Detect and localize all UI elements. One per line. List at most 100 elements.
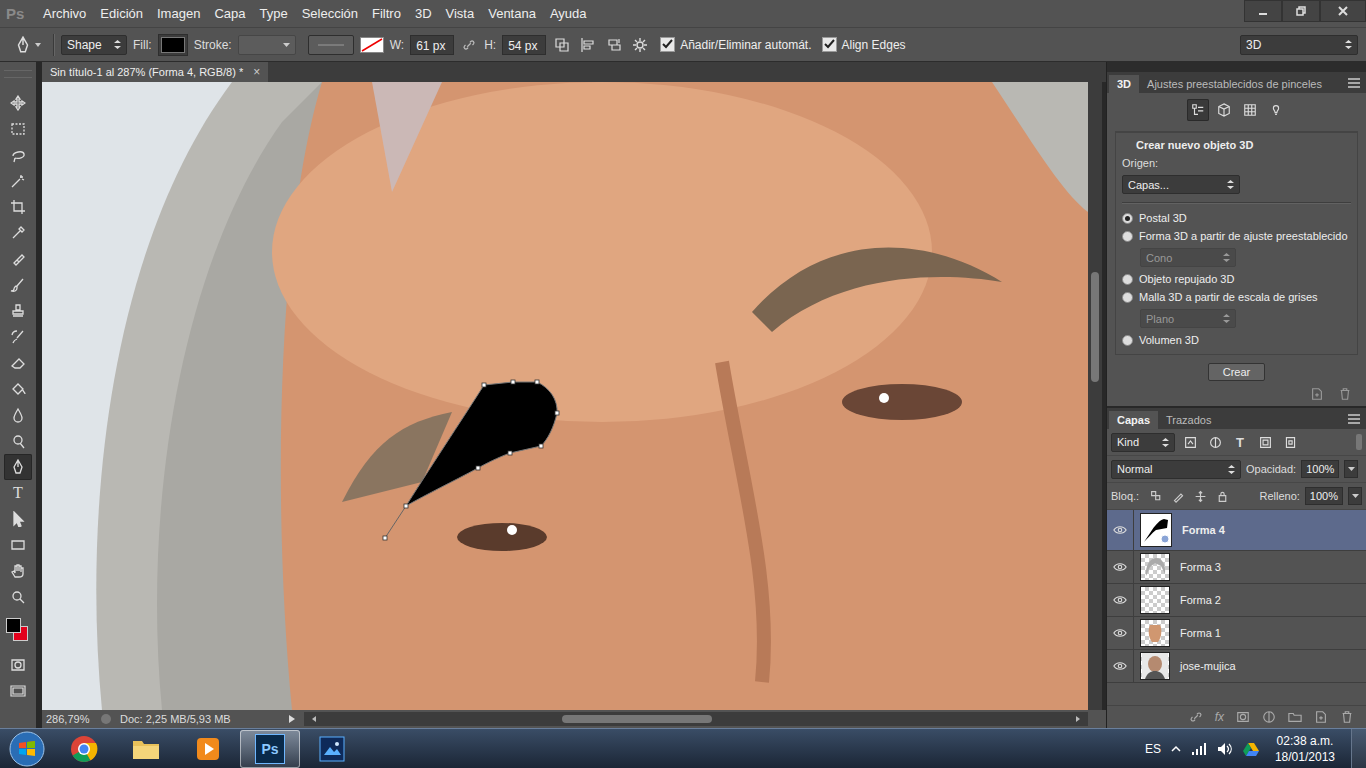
menu-item[interactable]: Ayuda (543, 6, 594, 21)
tool-button[interactable] (4, 168, 32, 194)
show-hidden-icon[interactable] (1171, 744, 1181, 754)
scroll-left-icon[interactable] (310, 715, 318, 723)
taskbar-app[interactable] (116, 730, 176, 768)
tool-button[interactable] (4, 298, 32, 324)
blend-mode-dropdown[interactable]: Normal (1111, 460, 1241, 479)
menu-item[interactable]: 3D (408, 6, 439, 21)
panel-menu-icon[interactable] (1348, 78, 1360, 88)
panel-grip[interactable] (4, 70, 32, 78)
radio-option[interactable]: Objeto repujado 3D (1122, 273, 1351, 285)
layer-row[interactable]: jose-mujica (1107, 650, 1366, 683)
stroke-color-swatch[interactable] (360, 37, 384, 53)
checkbox-box[interactable] (822, 37, 837, 52)
network-icon[interactable] (1191, 742, 1207, 756)
layer-row[interactable]: Forma 3 (1107, 551, 1366, 584)
height-field[interactable]: 54 px (502, 35, 546, 55)
3d-view-button[interactable] (1213, 99, 1235, 121)
tool-button[interactable] (4, 532, 32, 558)
radio-button[interactable] (1122, 213, 1133, 224)
origin-dropdown[interactable]: Capas... (1122, 175, 1240, 194)
option-checkbox[interactable]: Añadir/Eliminar automát. (660, 37, 811, 52)
export-icon[interactable] (100, 713, 112, 725)
radio-button[interactable] (1122, 335, 1133, 346)
tool-button[interactable]: T (4, 480, 32, 506)
google-drive-icon[interactable] (1243, 742, 1259, 756)
lock-icon[interactable] (1216, 490, 1229, 503)
tool-button[interactable] (4, 272, 32, 298)
stroke-swatch[interactable] (238, 35, 296, 55)
filter-button[interactable] (1180, 433, 1200, 451)
tool-button[interactable] (4, 584, 32, 610)
menu-item[interactable]: Imagen (150, 6, 207, 21)
document-tab[interactable]: Sin título-1 al 287% (Forma 4, RGB/8) *× (42, 62, 268, 82)
minimize-button[interactable] (1244, 0, 1282, 22)
screen-mode-button[interactable] (4, 678, 32, 704)
3d-view-button[interactable] (1187, 99, 1209, 121)
option-checkbox[interactable]: Align Edges (822, 37, 906, 52)
canvas[interactable] (42, 82, 1088, 710)
3d-view-button[interactable] (1265, 99, 1287, 121)
fill-swatch[interactable] (158, 34, 188, 56)
layer-name[interactable]: jose-mujica (1180, 660, 1236, 672)
radio-button[interactable] (1122, 231, 1133, 242)
menu-item[interactable]: Type (252, 6, 294, 21)
checkbox-box[interactable] (660, 37, 675, 52)
path-alignment-icon[interactable] (580, 37, 596, 53)
tool-button[interactable] (4, 454, 32, 480)
taskbar-app[interactable] (178, 730, 238, 768)
close-tab-button[interactable]: × (253, 65, 260, 79)
scroll-right-icon[interactable] (1074, 715, 1082, 723)
menu-item[interactable]: Selección (295, 6, 365, 21)
menu-item[interactable]: Ventana (481, 6, 543, 21)
taskbar-app[interactable] (54, 730, 114, 768)
link-icon[interactable] (462, 38, 476, 52)
tool-button[interactable] (4, 402, 32, 428)
workspace-dropdown[interactable]: 3D (1240, 35, 1358, 55)
opacity-field[interactable]: 100% (1301, 460, 1339, 478)
fill-slider-button[interactable] (1348, 487, 1362, 505)
link-icon[interactable] (1189, 710, 1203, 724)
3d-view-button[interactable] (1239, 99, 1261, 121)
menu-item[interactable]: Vista (439, 6, 482, 21)
tool-button[interactable] (4, 558, 32, 584)
group-icon[interactable] (1288, 710, 1302, 724)
show-desktop-button[interactable] (1351, 729, 1366, 768)
restore-button[interactable] (1282, 0, 1320, 22)
taskbar-app[interactable]: Ps (240, 730, 300, 768)
dock-header[interactable] (1107, 62, 1366, 72)
volume-icon[interactable] (1217, 742, 1233, 756)
filter-button[interactable]: T (1230, 433, 1250, 451)
mask-icon[interactable] (1236, 710, 1250, 724)
tool-preset-picker[interactable] (8, 36, 47, 54)
tool-button[interactable] (4, 142, 32, 168)
panel-tab[interactable]: 3D (1109, 75, 1139, 93)
radio-option[interactable]: Postal 3D (1122, 212, 1351, 224)
visibility-toggle[interactable] (1107, 617, 1134, 649)
menu-item[interactable]: Edición (93, 6, 150, 21)
layer-row[interactable]: Forma 1 (1107, 617, 1366, 650)
create-button[interactable]: Crear (1208, 363, 1266, 381)
radio-button[interactable] (1122, 292, 1133, 303)
layer-name[interactable]: Forma 4 (1182, 524, 1225, 536)
tool-button[interactable] (4, 376, 32, 402)
menu-arrow-icon[interactable] (288, 714, 296, 724)
tool-button[interactable] (4, 116, 32, 142)
trash-icon[interactable] (1340, 710, 1354, 724)
visibility-toggle[interactable] (1107, 510, 1134, 550)
menu-item[interactable]: Filtro (365, 6, 408, 21)
gear-icon[interactable] (632, 37, 648, 53)
filter-button[interactable] (1280, 433, 1300, 451)
tool-button[interactable] (4, 506, 32, 532)
filter-button[interactable] (1205, 433, 1225, 451)
start-button[interactable] (0, 731, 54, 767)
scroll-thumb[interactable] (562, 715, 712, 723)
tool-button[interactable] (4, 246, 32, 272)
fill-field[interactable]: 100% (1305, 487, 1343, 505)
vertical-scrollbar[interactable] (1088, 82, 1102, 710)
width-field[interactable]: 61 px (410, 35, 454, 55)
close-button[interactable] (1320, 0, 1366, 22)
stroke-type-dropdown[interactable] (308, 35, 354, 55)
tool-button[interactable] (4, 428, 32, 454)
filter-kind-dropdown[interactable]: Kind (1111, 433, 1175, 452)
panel-tab[interactable]: Capas (1109, 411, 1158, 429)
